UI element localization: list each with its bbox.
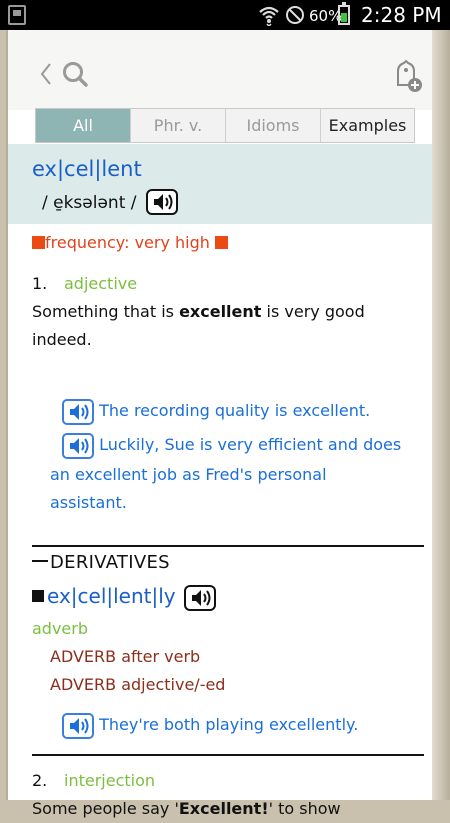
example-text: Luckily, Sue is very efficient and does	[99, 435, 402, 454]
no-sync-icon	[286, 6, 304, 24]
section-divider	[32, 754, 424, 756]
speaker-icon	[154, 194, 173, 210]
tab-all[interactable]: All	[36, 109, 131, 142]
frequency-text: frequency: very high	[45, 233, 210, 252]
derivatives-title-text: DERIVATIVES	[50, 552, 170, 573]
part-of-speech: adjective	[64, 274, 138, 293]
tab-idioms[interactable]: Idioms	[226, 109, 321, 142]
speaker-icon	[70, 403, 89, 420]
pronunciation-speaker-button[interactable]	[146, 189, 178, 215]
part-of-speech: interjection	[64, 771, 156, 790]
definition-keyword: Excellent!	[178, 799, 269, 818]
definition-text: Something that is	[32, 302, 180, 321]
book-edge	[432, 30, 450, 800]
battery-icon	[338, 2, 350, 25]
back-arrow-icon[interactable]	[38, 62, 54, 86]
bullet-square-icon	[32, 590, 44, 602]
definition-text: is very good	[261, 302, 365, 321]
toolbar	[8, 30, 432, 110]
definition-text: ' to show	[268, 799, 341, 818]
sense-number: 2.	[32, 771, 48, 790]
section-divider	[32, 545, 424, 547]
entry-content: frequency: very high 1. adjective Someth…	[8, 224, 432, 818]
definition-text: Some people say '	[32, 799, 179, 818]
headword: ex|cel|lent	[32, 157, 142, 181]
headword-band: ex|cel|lent / e̱ksələnt /	[8, 144, 432, 224]
example-sentence: The recording quality is excellent.	[62, 396, 370, 426]
derivative-word: ex|cel|lent|ly	[32, 584, 216, 611]
frequency-square-icon	[32, 236, 45, 249]
definition: Some people say 'Excellent!' to show	[32, 795, 412, 823]
clock: 2:28 PM	[361, 3, 442, 27]
example-speaker-button[interactable]	[62, 398, 94, 425]
example-text: The recording quality is excellent.	[99, 401, 371, 420]
speaker-icon	[70, 437, 89, 454]
wifi-icon	[259, 6, 279, 26]
speaker-icon	[192, 589, 211, 606]
grammar-pattern: ADVERB adjective/-ed	[50, 675, 226, 694]
derivative-word-text: ex|cel|lent|ly	[47, 584, 176, 608]
speaker-icon	[70, 717, 89, 734]
dash-icon	[32, 560, 48, 562]
grammar-pattern: ADVERB after verb	[50, 647, 201, 666]
tab-examples[interactable]: Examples	[321, 109, 414, 142]
tab-phrasal-verbs[interactable]: Phr. v.	[131, 109, 226, 142]
definition: Something that is excellent is very good…	[32, 298, 412, 354]
definition-keyword: excellent	[179, 302, 262, 321]
example-speaker-button[interactable]	[62, 432, 94, 459]
example-sentence: Luckily, Sue is very efficient and does	[62, 430, 401, 460]
example-speaker-button[interactable]	[62, 712, 94, 739]
dictionary-page: All Phr. v. Idioms Examples ex|cel|lent …	[8, 30, 432, 818]
frequency-square-icon	[214, 236, 228, 249]
derivative-speaker-button[interactable]	[184, 584, 216, 611]
example-text-continued: assistant.	[50, 493, 127, 512]
frequency-line: frequency: very high	[32, 233, 228, 252]
sense-number: 1.	[32, 274, 48, 293]
tab-bar: All Phr. v. Idioms Examples	[35, 108, 415, 143]
example-text: They're both playing excellently.	[99, 715, 359, 734]
pronunciation: / e̱ksələnt /	[42, 193, 137, 213]
example-sentence: They're both playing excellently.	[62, 710, 358, 740]
definition-text: indeed.	[32, 330, 92, 349]
derivatives-heading: DERIVATIVES	[32, 552, 170, 573]
add-to-wordbook-icon[interactable]	[390, 59, 424, 93]
example-text-continued: an excellent job as Fred's personal	[50, 465, 327, 484]
sim-card-icon	[8, 5, 26, 25]
derivative-part-of-speech: adverb	[32, 619, 89, 638]
status-bar: 60% 2:28 PM	[0, 0, 450, 30]
search-icon[interactable]	[60, 60, 92, 90]
